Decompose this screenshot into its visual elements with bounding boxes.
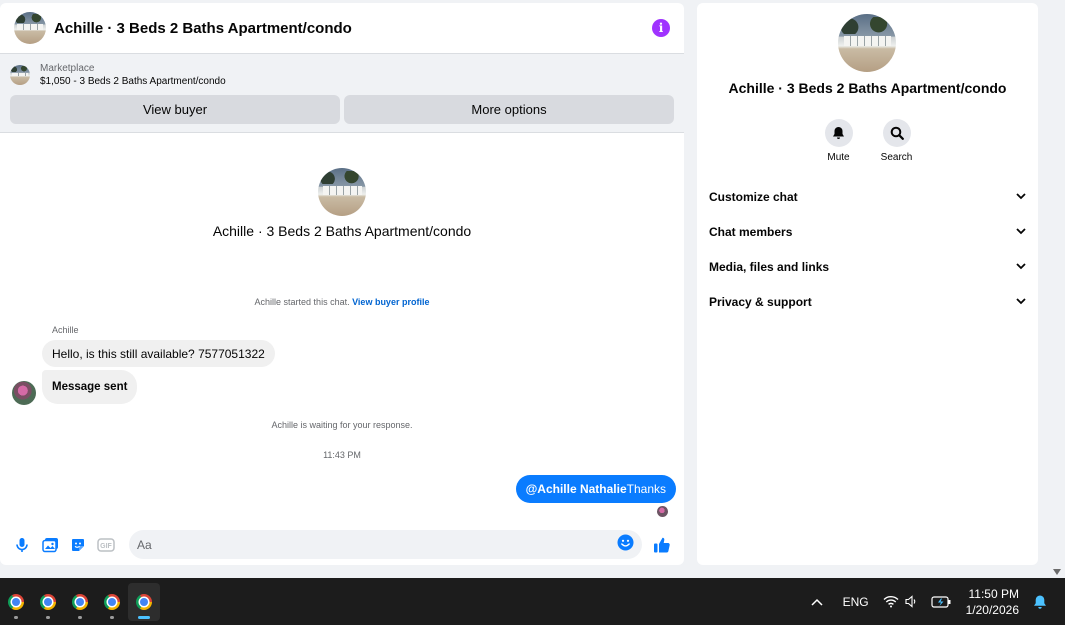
page-scrollbar[interactable] [1050, 0, 1065, 578]
view-buyer-button[interactable]: View buyer [10, 95, 340, 124]
waiting-notice: Achille is waiting for your response. [271, 420, 413, 430]
info-sections: Customize chat Chat members Media, files… [697, 179, 1038, 319]
running-indicator [46, 615, 50, 619]
thread-title: Achille · 3 Beds 2 Baths Apartment/condo [212, 223, 472, 239]
taskbar-chrome-active[interactable] [128, 582, 160, 621]
section-media-files-links[interactable]: Media, files and links [697, 249, 1038, 284]
more-options-label: More options [471, 102, 547, 117]
mute-label: Mute [827, 152, 850, 163]
chrome-icon [40, 593, 56, 610]
message-timestamp: 11:43 PM [323, 450, 361, 460]
notification-bell-icon[interactable] [1033, 594, 1047, 610]
section-label: Chat members [709, 224, 793, 239]
section-label: Customize chat [709, 189, 798, 204]
gif-icon[interactable]: GIF [95, 534, 117, 556]
language-indicator[interactable]: ENG [843, 595, 869, 609]
chevron-down-icon [1016, 298, 1026, 305]
listing-avatar[interactable] [14, 12, 46, 44]
chevron-up-icon[interactable] [805, 598, 829, 606]
clock-time: 11:50 PM [968, 586, 1019, 601]
clock-date: 1/20/2026 [965, 602, 1019, 617]
active-indicator [138, 615, 150, 619]
bell-icon[interactable] [824, 119, 853, 147]
search-action[interactable]: Search [880, 119, 913, 163]
view-buyer-label: View buyer [142, 102, 208, 117]
view-buyer-profile-link[interactable]: View buyer profile [352, 297, 429, 307]
gallery-icon[interactable] [39, 534, 61, 556]
clock[interactable]: 11:50 PM 1/20/2026 [966, 586, 1019, 618]
mention-text[interactable]: @Achille Nathalie [526, 482, 627, 496]
my-message-text: Thanks [626, 482, 666, 496]
chrome-icon [136, 593, 152, 610]
chat-started-notice: Achille started this chat. View buyer pr… [0, 297, 684, 307]
chrome-icon [104, 593, 120, 610]
message-bubble[interactable]: Message sent [42, 370, 138, 404]
seen-receipt-avatar [657, 506, 668, 517]
mute-action[interactable]: Mute [824, 119, 853, 163]
chevron-down-icon [1016, 193, 1026, 200]
chat-started-text: Achille started this chat. [254, 297, 350, 307]
microphone-icon[interactable] [11, 534, 33, 556]
taskbar-chrome-2[interactable] [32, 583, 64, 621]
scroll-down-arrow-icon[interactable] [1053, 569, 1061, 575]
listing-price-title: $1,050 - 3 Beds 2 Baths Apartment/condo [40, 76, 226, 87]
chrome-icon [72, 593, 88, 610]
listing-thumbnail [10, 65, 30, 85]
chevron-down-icon [1016, 228, 1026, 235]
chat-panel: Achille · 3 Beds 2 Baths Apartment/condo… [0, 3, 684, 565]
volume-icon[interactable] [905, 595, 919, 608]
section-label: Media, files and links [709, 259, 830, 274]
chat-info-panel: Achille · 3 Beds 2 Baths Apartment/condo… [697, 3, 1038, 565]
section-chat-members[interactable]: Chat members [697, 214, 1038, 249]
emoji-icon[interactable] [617, 534, 634, 556]
message-input-box[interactable] [129, 530, 642, 559]
battery-charging-icon[interactable] [931, 595, 952, 608]
system-tray: ENG 11:50 PM 1/20/2026 [805, 578, 1065, 625]
taskbar: ENG 11:50 PM 1/20/2026 [0, 578, 1065, 625]
sender-avatar[interactable] [12, 381, 36, 405]
listing-bar: Marketplace $1,050 - 3 Beds 2 Baths Apar… [0, 54, 684, 133]
chat-header: Achille · 3 Beds 2 Baths Apartment/condo… [0, 3, 684, 54]
listing-caption: Marketplace [40, 63, 95, 74]
wifi-icon[interactable] [883, 595, 899, 608]
taskbar-chrome-4[interactable] [96, 583, 128, 621]
info-icon[interactable]: i [652, 19, 670, 37]
listing-summary[interactable]: Marketplace $1,050 - 3 Beds 2 Baths Apar… [10, 60, 674, 90]
section-label: Privacy & support [709, 294, 812, 309]
chrome-icon [8, 593, 24, 610]
info-title: Achille · 3 Beds 2 Baths Apartment/condo [728, 80, 1007, 96]
search-icon[interactable] [882, 119, 911, 147]
running-indicator [14, 615, 18, 619]
chat-title[interactable]: Achille · 3 Beds 2 Baths Apartment/condo [54, 20, 652, 37]
running-indicator [110, 615, 114, 619]
composer: GIF [0, 524, 684, 565]
taskbar-chrome-3[interactable] [64, 583, 96, 621]
message-input[interactable] [137, 537, 617, 552]
my-message-bubble[interactable]: @Achille Nathalie Thanks [515, 475, 676, 503]
more-options-button[interactable]: More options [344, 95, 674, 124]
thread-avatar [318, 168, 366, 216]
message-bubble[interactable]: Hello, is this still available? 75770513… [42, 340, 275, 367]
info-avatar [838, 14, 896, 72]
search-label: Search [880, 152, 913, 163]
sticker-icon[interactable] [67, 534, 89, 556]
like-thumbs-up-icon[interactable] [651, 534, 673, 556]
section-privacy-support[interactable]: Privacy & support [697, 284, 1038, 319]
section-customize-chat[interactable]: Customize chat [697, 179, 1038, 214]
taskbar-chrome-1[interactable] [0, 583, 32, 621]
svg-text:GIF: GIF [100, 543, 112, 550]
sender-name: Achille [52, 325, 79, 335]
chevron-down-icon [1016, 263, 1026, 270]
message-thread: Achille · 3 Beds 2 Baths Apartment/condo… [0, 134, 684, 524]
running-indicator [78, 615, 82, 619]
